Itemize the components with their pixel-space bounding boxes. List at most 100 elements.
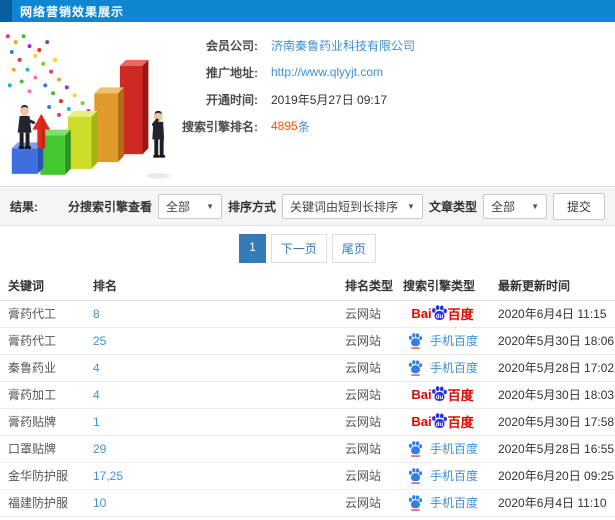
page: 网络营销效果展示 会员公司: 济南秦鲁药业科技有限公司 推广地址: http:/… [0,0,615,520]
baidu-mobile-logo: 手机百度 [407,332,478,349]
info-row-member-company: 会员公司: 济南秦鲁药业科技有限公司 [172,36,615,54]
updated-cell: 2020年6月20日 09:25 [490,462,615,490]
rank-cell[interactable]: 4 [85,354,337,382]
table-row: 膏药代工 8 云网站 Bai du 百度 2020年6月4日 11:15 [0,300,615,328]
businessman-left [17,104,36,149]
submit-button[interactable]: 提交 [552,192,605,220]
promo-url-label: 推广地址: [206,65,258,80]
bar-chart-clipart-image [5,34,171,179]
engine-select[interactable]: 全部 ▼ [158,193,223,219]
baidu-wordmark: Bai [411,306,432,321]
member-company-link[interactable]: 济南秦鲁药业科技有限公司 [271,37,415,54]
rank-cell[interactable]: 1 [85,408,337,436]
member-info-panel: 会员公司: 济南秦鲁药业科技有限公司 推广地址: http://www.qlyy… [172,30,615,186]
baidu-wordmark: Bai [411,414,432,429]
engine-filter-label: 分搜索引擎查看 [68,199,153,214]
keyword-cell [0,516,85,520]
engine-select-value: 全部 [166,199,191,214]
next-page-button[interactable]: 下一页 [270,234,327,263]
keyword-ranking-table: 关键词 排名 排名类型 搜索引擎类型 最新更新时间 膏药代工 8 云网站 Bai du 百… [0,272,615,520]
article-type-select[interactable]: 全部 ▼ [482,193,547,219]
rank-column-header: 排名 [85,272,337,301]
chevron-down-icon: ▼ [407,201,415,211]
ranking-count-unit: 条 [297,119,310,134]
svg-text:du: du [435,421,443,428]
engine-cell: 手机百度 [395,516,490,520]
sort-select[interactable]: 关键词由短到长排序 ▼ [282,193,423,219]
chevron-down-icon: ▼ [531,201,539,211]
engine-cell: 手机百度 [395,462,490,490]
open-time-value: 2019年5月27日 09:17 [271,92,388,107]
hero-section: 会员公司: 济南秦鲁药业科技有限公司 推广地址: http://www.qlyy… [0,22,615,186]
table-row: 膏药代工 25 云网站 手机百度 2020年5月30日 18:06 [0,327,615,355]
baidu-paw-icon [408,441,423,457]
promo-url-link[interactable]: http://www.qlyyjt.com [271,65,383,79]
mobile-baidu-label: 手机百度 [429,442,478,456]
updated-cell: 2020年5月28日 16:55 [490,435,615,463]
table-row: 膏药贴牌 1 云网站 Bai du 百度 2020年5月30日 17:58 [0,408,615,436]
chevron-down-icon: ▼ [206,201,215,211]
svg-text:du: du [435,394,443,401]
rank-type-cell: 云网站 [337,408,395,436]
rank-cell[interactable]: 17,25 [85,462,337,490]
updated-cell: 2020年5月28日 17:02 [490,354,615,382]
orange-bar [94,87,124,163]
rank-cell[interactable]: 29 [85,435,337,463]
rank-cell[interactable]: 4 [85,381,337,409]
keyword-cell: 膏药代工 [0,300,85,328]
svg-text:du: du [435,313,443,320]
rank-cell[interactable]: 8 [85,300,337,328]
page-1-button[interactable]: 1 [239,234,266,263]
member-company-label: 会员公司: [206,38,258,53]
rank-type-cell [337,516,395,520]
keyword-cell: 口罩贴牌 [0,435,85,463]
rank-cell[interactable]: 10 [85,489,337,517]
header-bar: 网络营销效果展示 [0,0,615,22]
engine-cell: 手机百度 [395,489,490,517]
result-label: 结果: [10,199,38,214]
keyword-cell: 膏药贴牌 [0,408,85,436]
rank-type-cell: 云网站 [337,462,395,490]
article-type-filter-label: 文章类型 [428,199,477,214]
keyword-cell: 福建防护服 [0,489,85,517]
article-type-select-value: 全部 [490,199,515,214]
baidu-paw-icon [408,333,423,349]
engine-type-column-header: 搜索引擎类型 [395,272,490,301]
baidu-pc-logo: Bai du 百度 [411,304,474,323]
baidu-paw-icon [408,495,423,511]
ranking-count-label: 搜索引擎排名: [182,119,258,134]
baidu-mobile-logo: 手机百度 [407,494,478,511]
baidu-paw-icon: du [431,305,447,320]
info-row-open-time: 开通时间: 2019年5月27日 09:17 [172,90,615,108]
filter-group: 分搜索引擎查看 全部 ▼ 排序方式 关键词由短到长排序 ▼ 文章类型 全部 ▼ … [68,192,605,220]
sort-select-value: 关键词由短到长排序 [290,199,399,214]
baidu-paw-icon: du [431,413,447,428]
updated-cell: 2020年6月4日 11:10 [490,489,615,517]
baidu-pc-logo: Bai du 百度 [411,412,474,431]
baidu-paw-icon [408,360,423,376]
table-row: 金华防护服 17,25 云网站 手机百度 2020年6月20日 09:25 [0,462,615,490]
rank-type-cell: 云网站 [337,327,395,355]
rank-cell[interactable]: 25 [85,327,337,355]
businessman-right [146,110,171,179]
last-page-button[interactable]: 尾页 [331,234,376,263]
ranking-count-value: 4895 [271,119,298,133]
rank-cell[interactable] [85,516,337,520]
keyword-cell: 金华防护服 [0,462,85,490]
mobile-baidu-label: 手机百度 [429,361,478,375]
keyword-cell: 膏药代工 [0,327,85,355]
info-row-promo-url: 推广地址: http://www.qlyyjt.com [172,63,615,81]
mobile-baidu-label: 手机百度 [429,496,478,510]
engine-cell: Bai du 百度 [395,300,490,328]
table-row: 秦鲁药业 4 云网站 手机百度 2020年5月28日 17:02 [0,354,615,382]
baidu-paw-icon [408,468,423,484]
table-row: 膏药加工 4 云网站 Bai du 百度 2020年5月30日 18:03 [0,381,615,409]
open-time-label: 开通时间: [206,92,258,107]
rank-type-column-header: 排名类型 [337,272,395,301]
updated-cell: 2020年6月4日 11:15 [490,300,615,328]
keyword-cell: 膏药加工 [0,381,85,409]
header-accent [0,0,12,22]
rank-type-cell: 云网站 [337,381,395,409]
table-row: 口罩贴牌 29 云网站 手机百度 2020年5月28日 16:55 [0,435,615,463]
keyword-cell: 秦鲁药业 [0,354,85,382]
